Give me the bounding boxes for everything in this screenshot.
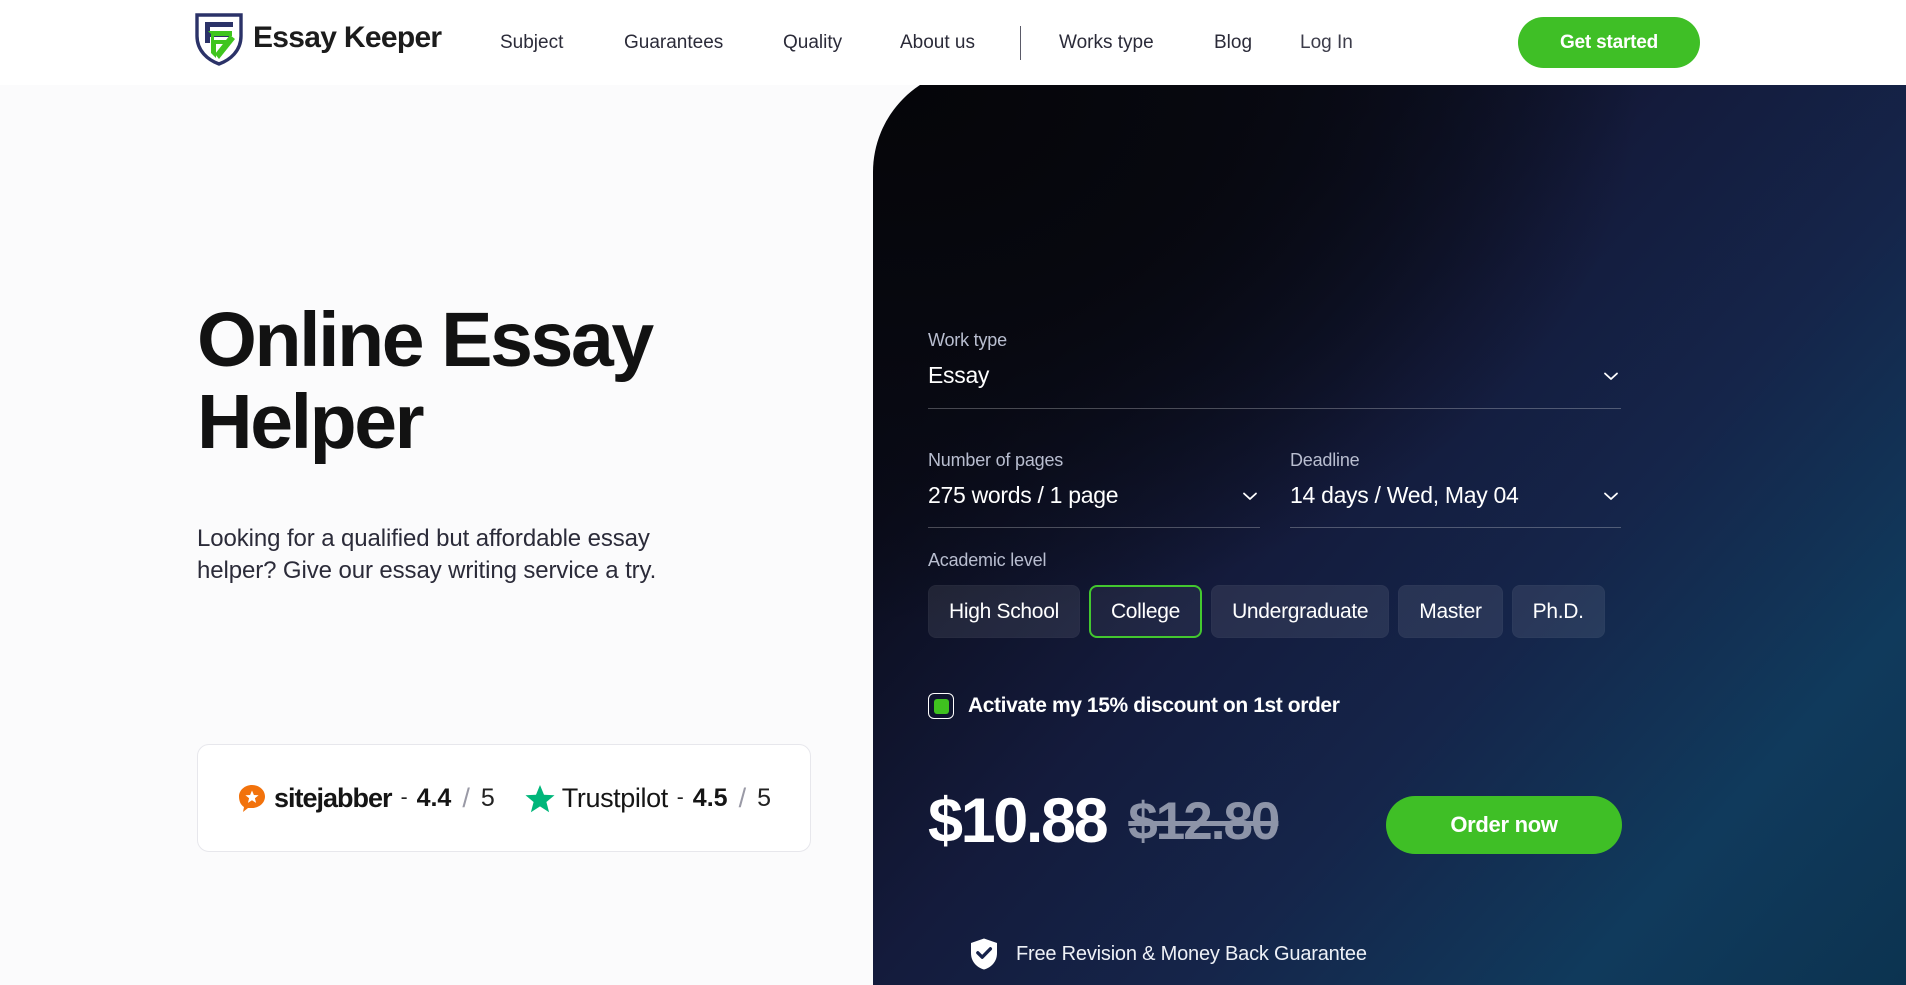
academic-level-college[interactable]: College: [1088, 585, 1203, 638]
hero-section: Online Essay Helper Looking for a qualif…: [197, 297, 817, 852]
sitejabber-bubble-star-icon: [239, 785, 266, 812]
chevron-down-icon[interactable]: [1240, 486, 1260, 506]
discount-checkbox-fill: [933, 698, 949, 714]
rating-max-sitejabber: 5: [480, 783, 495, 812]
work-type-field[interactable]: Work type Essay: [928, 330, 1621, 409]
academic-level-field: Academic level High School College Under…: [928, 550, 1628, 638]
order-now-button[interactable]: Order now: [1386, 796, 1622, 854]
nav-divider: [1020, 26, 1021, 60]
rating-name-sitejabber: sitejabber: [274, 782, 393, 813]
academic-level-high-school[interactable]: High School: [928, 585, 1080, 638]
nav-item-log-in[interactable]: Log In: [1300, 33, 1353, 52]
rating-sitejabber[interactable]: sitejabber - 4.4 / 5: [237, 783, 495, 814]
nav-item-works-type[interactable]: Works type: [1059, 33, 1154, 52]
number-of-pages-field[interactable]: Number of pages 275 words / 1 page: [928, 450, 1260, 528]
academic-level-label: Academic level: [928, 550, 1047, 570]
academic-level-phd[interactable]: Ph.D.: [1511, 585, 1605, 638]
work-type-value: Essay: [928, 362, 990, 388]
rating-trustpilot[interactable]: Trustpilot - 4.5 / 5: [525, 783, 771, 814]
deadline-underline: [1290, 527, 1621, 528]
price-current: $10.88: [928, 786, 1109, 856]
brand-logo[interactable]: Essay Keeper: [194, 10, 442, 66]
guarantee-row: Free Revision & Money Back Guarantee: [970, 938, 1367, 970]
nav-item-quality[interactable]: Quality: [783, 33, 842, 52]
discount-label: Activate my 15% discount on 1st order: [968, 694, 1340, 717]
rating-slash-sitejabber: /: [462, 782, 470, 813]
deadline-field[interactable]: Deadline 14 days / Wed, May 04: [1290, 450, 1621, 528]
site-header: Essay Keeper Subject Guarantees Quality …: [0, 0, 1906, 85]
academic-level-options: High School College Undergraduate Master…: [928, 585, 1628, 638]
nav-item-blog[interactable]: Blog: [1214, 33, 1252, 52]
hero-subtext: Looking for a qualified but affordable e…: [197, 525, 657, 585]
work-type-underline: [928, 408, 1621, 409]
shield-logo-icon: [195, 13, 243, 66]
rating-score-sitejabber: 4.4: [416, 783, 452, 812]
page-root: Essay Keeper Subject Guarantees Quality …: [0, 0, 1906, 985]
rating-score-trustpilot: 4.5: [692, 783, 728, 812]
nav-item-about-us[interactable]: About us: [900, 33, 975, 52]
chevron-down-icon[interactable]: [1601, 366, 1621, 386]
deadline-label: Deadline: [1290, 450, 1360, 470]
rating-slash-trustpilot: /: [738, 782, 747, 813]
shield-check-icon: [971, 938, 997, 970]
rating-dash-sitejabber: -: [400, 786, 408, 809]
rating-name-trustpilot: Trustpilot: [561, 782, 668, 813]
guarantee-label: Free Revision & Money Back Guarantee: [1016, 942, 1367, 965]
number-of-pages-value: 275 words / 1 page: [928, 482, 1119, 508]
rating-max-trustpilot: 5: [757, 783, 771, 812]
academic-level-undergraduate[interactable]: Undergraduate: [1211, 585, 1390, 638]
ratings-card: sitejabber - 4.4 / 5 Trustpilot - 4.5 / …: [197, 744, 811, 852]
number-of-pages-underline: [928, 527, 1260, 528]
chevron-down-icon[interactable]: [1601, 486, 1621, 506]
price-original: $12.80: [1128, 792, 1280, 851]
discount-checkbox[interactable]: [928, 693, 954, 719]
nav-item-guarantees[interactable]: Guarantees: [624, 33, 723, 52]
discount-row[interactable]: Activate my 15% discount on 1st order: [928, 693, 1340, 719]
get-started-button[interactable]: Get started: [1518, 17, 1700, 68]
brand-name: Essay Keeper: [253, 21, 442, 54]
nav-item-subject[interactable]: Subject: [500, 33, 563, 52]
deadline-value: 14 days / Wed, May 04: [1290, 482, 1519, 508]
work-type-label: Work type: [928, 330, 1007, 350]
rating-dash-trustpilot: -: [676, 786, 684, 809]
trustpilot-star-icon: [525, 784, 555, 812]
page-title: Online Essay Helper: [197, 297, 654, 465]
number-of-pages-label: Number of pages: [928, 450, 1064, 470]
academic-level-master[interactable]: Master: [1398, 585, 1503, 638]
